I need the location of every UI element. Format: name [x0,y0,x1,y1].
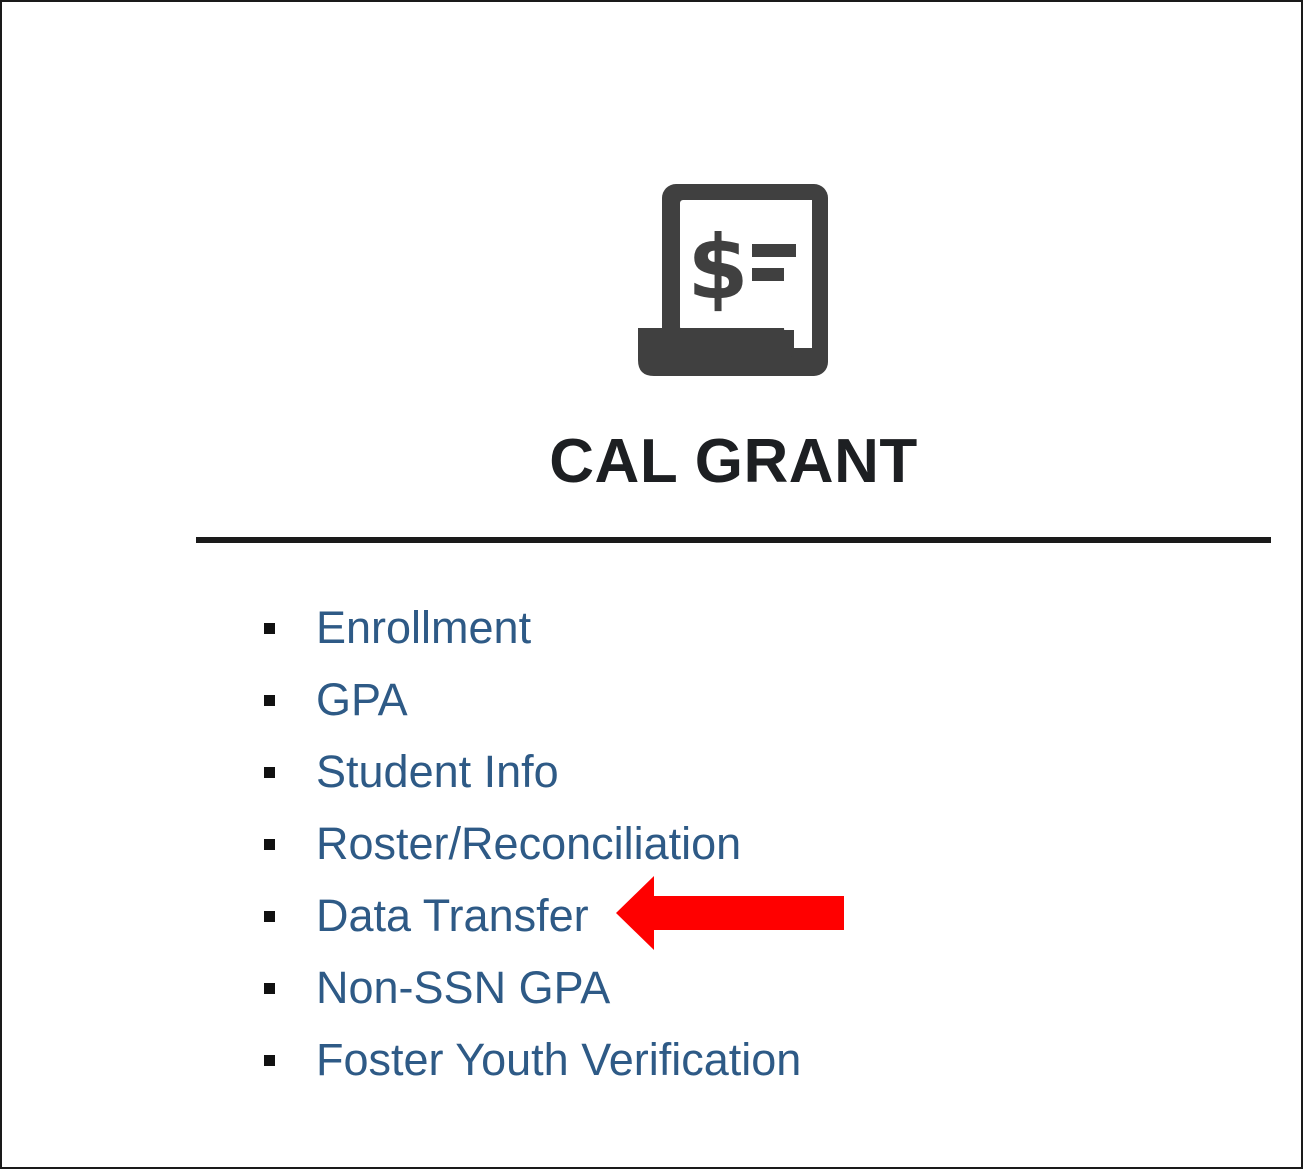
arrow-left-icon [614,874,846,952]
list-item: GPA [264,664,801,736]
section-divider [196,537,1271,543]
link-roster-reconciliation[interactable]: Roster/Reconciliation [316,818,741,870]
bullet-icon [264,766,275,778]
bullet-icon [264,838,275,850]
list-item: Foster Youth Verification [264,1024,801,1096]
bullet-icon [264,982,275,994]
cal-grant-menu: Enrollment GPA Student Info Roster/Recon… [264,592,801,1096]
link-non-ssn-gpa[interactable]: Non-SSN GPA [316,962,610,1014]
list-item: Enrollment [264,592,801,664]
link-student-info[interactable]: Student Info [316,746,559,798]
link-enrollment[interactable]: Enrollment [316,602,531,654]
list-item: Student Info [264,736,801,808]
list-item: Non-SSN GPA [264,952,801,1024]
link-gpa[interactable]: GPA [316,674,408,726]
bullet-icon [264,1054,275,1066]
list-item: Roster/Reconciliation [264,808,801,880]
cal-grant-panel: $ CAL GRANT Enrollment GPA Student Info … [0,0,1303,1169]
bullet-icon [264,910,275,922]
receipt-dollar-icon: $ [634,180,834,380]
dollar-glyph: $ [687,216,748,319]
link-data-transfer[interactable]: Data Transfer [316,890,589,942]
bullet-icon [264,694,275,706]
link-foster-youth-verification[interactable]: Foster Youth Verification [316,1034,801,1086]
section-title: CAL GRANT [549,427,918,496]
bullet-icon [264,622,275,634]
